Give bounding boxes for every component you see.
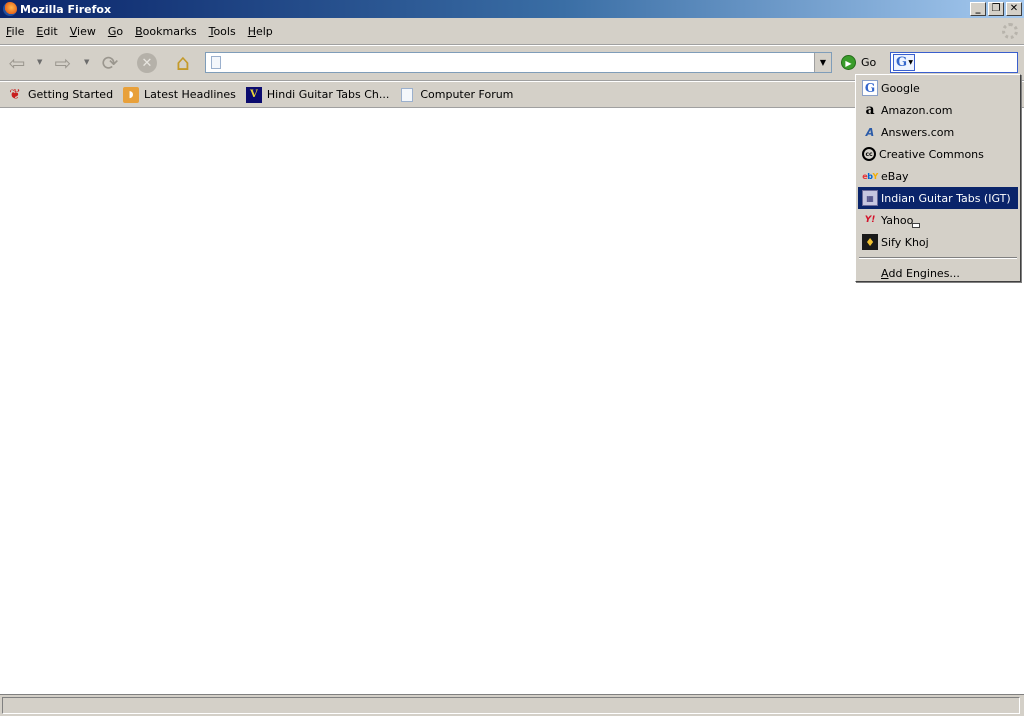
title-bar: Mozilla Firefox _ ❐ ✕: [0, 0, 1024, 18]
bookmark-label: Hindi Guitar Tabs Ch...: [266, 88, 390, 101]
engine-indian-guitar-tabs[interactable]: ▦ Indian Guitar Tabs (IGT): [858, 187, 1018, 209]
engine-ebay[interactable]: ebY eBay: [858, 165, 1018, 187]
stop-icon: ✕: [137, 53, 157, 73]
go-arrow-icon: ▶: [841, 55, 856, 70]
hindi-tabs-icon: V: [245, 86, 262, 103]
engine-label: Answers.com: [881, 125, 955, 139]
close-button[interactable]: ✕: [1006, 2, 1022, 16]
firefox-logo-icon: [3, 2, 17, 16]
status-panel: [2, 697, 1020, 714]
window-title: Mozilla Firefox: [20, 2, 112, 16]
sify-icon: ♦: [862, 234, 878, 250]
search-bar[interactable]: G ▼: [890, 52, 1018, 73]
add-engines-item[interactable]: Add Engines...: [858, 263, 1018, 283]
menu-separator: [859, 257, 1017, 259]
ebay-icon: ebY: [862, 171, 878, 181]
search-engine-selector[interactable]: G ▼: [893, 54, 915, 71]
engine-label: Yahoo: [881, 213, 914, 227]
mouse-cursor-icon: [912, 223, 920, 228]
forward-button[interactable]: ⇨: [50, 51, 76, 75]
engine-google[interactable]: G Google: [858, 77, 1018, 99]
answers-icon: A: [865, 125, 875, 139]
back-history-dropdown[interactable]: ▼: [37, 58, 45, 68]
menu-bookmarks[interactable]: Bookmarks: [129, 25, 202, 38]
back-arrow-icon: ⇦: [8, 51, 26, 75]
stop-button[interactable]: ✕: [134, 51, 160, 75]
home-icon: ⌂: [176, 50, 190, 76]
page-icon: [399, 87, 415, 103]
engine-label: Amazon.com: [881, 103, 953, 117]
search-engines-menu: G Google a Amazon.com A Answers.com cc C…: [855, 74, 1021, 282]
reload-icon: ⟳: [101, 51, 119, 75]
yahoo-icon: Y!: [864, 215, 876, 225]
menu-edit[interactable]: Edit: [30, 25, 63, 38]
menu-tools[interactable]: Tools: [203, 25, 242, 38]
forward-arrow-icon: ⇨: [54, 51, 72, 75]
chevron-down-icon: ▼: [908, 59, 913, 66]
engine-yahoo[interactable]: Y! Yahoo: [858, 209, 1018, 231]
minimize-button[interactable]: _: [970, 2, 986, 16]
menu-help[interactable]: Help: [242, 25, 279, 38]
bookmark-computer-forum[interactable]: Computer Forum: [399, 87, 513, 103]
amazon-icon: a: [865, 102, 875, 118]
go-label: Go: [861, 56, 877, 69]
status-bar: [0, 694, 1024, 716]
menu-go[interactable]: Go: [102, 25, 129, 38]
google-icon: G: [896, 55, 908, 70]
forward-history-dropdown[interactable]: ▼: [84, 58, 92, 68]
bookmark-hindi-guitar-tabs[interactable]: V Hindi Guitar Tabs Ch...: [245, 86, 390, 103]
bookmark-label: Computer Forum: [420, 88, 514, 101]
window-controls: _ ❐ ✕: [970, 2, 1022, 16]
menu-view[interactable]: View: [64, 25, 102, 38]
rss-icon: ◗: [123, 86, 140, 103]
bookmark-getting-started[interactable]: ❦ Getting Started: [7, 87, 113, 103]
engine-label: Google: [881, 81, 920, 95]
firefox-icon: ❦: [9, 86, 21, 103]
engine-label: Indian Guitar Tabs (IGT): [881, 191, 1011, 205]
bookmark-latest-headlines[interactable]: ◗ Latest Headlines: [123, 86, 236, 103]
creative-commons-icon: cc: [862, 147, 876, 161]
engine-sify-khoj[interactable]: ♦ Sify Khoj: [858, 231, 1018, 253]
url-input[interactable]: [226, 54, 816, 71]
engine-label: Creative Commons: [879, 147, 984, 161]
throbber-icon: [1002, 23, 1018, 39]
go-button[interactable]: ▶ Go: [841, 55, 876, 70]
engine-creative-commons[interactable]: cc Creative Commons: [858, 143, 1018, 165]
engine-label: Sify Khoj: [881, 235, 929, 249]
bookmark-label: Latest Headlines: [144, 88, 236, 101]
home-button[interactable]: ⌂: [170, 50, 196, 76]
url-history-dropdown[interactable]: ▼: [814, 53, 831, 72]
engine-label: eBay: [881, 169, 909, 183]
url-bar[interactable]: ▼: [205, 52, 832, 73]
igt-icon: ▦: [862, 190, 878, 206]
bookmark-label: Getting Started: [28, 88, 114, 101]
menu-file[interactable]: File: [0, 25, 30, 38]
menu-bar: File Edit View Go Bookmarks Tools Help: [0, 18, 1024, 45]
back-button[interactable]: ⇦: [4, 51, 30, 75]
reload-button[interactable]: ⟳: [97, 51, 123, 75]
restore-button[interactable]: ❐: [988, 2, 1004, 16]
engine-answers[interactable]: A Answers.com: [858, 121, 1018, 143]
engine-amazon[interactable]: a Amazon.com: [858, 99, 1018, 121]
page-icon: [211, 56, 221, 69]
google-icon: G: [862, 80, 878, 96]
